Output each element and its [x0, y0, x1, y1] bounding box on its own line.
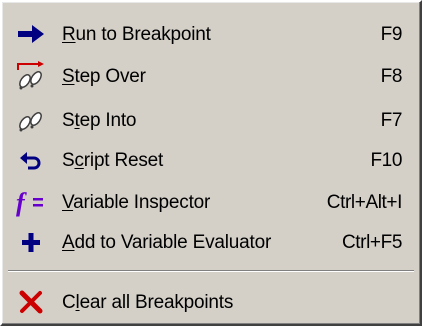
breakpoint-context-menu: Run to Breakpoint F9 Step Over F8 Step I…	[0, 0, 422, 326]
red-x-icon	[14, 287, 48, 317]
menu-item-label: Add to Variable Evaluator	[62, 232, 272, 253]
menu-item-label: Script Reset	[62, 150, 164, 171]
menu-item-shortcut: F7	[380, 110, 403, 131]
plus-icon	[14, 227, 48, 257]
menu-item-shortcut: Ctrl+F5	[341, 232, 402, 253]
menu-item-step-into[interactable]: Step Into F7	[6, 100, 416, 140]
step-into-footprints-icon	[14, 105, 48, 135]
menu-item-shortcut: F10	[370, 150, 402, 171]
menu-item-label: Variable Inspector	[62, 192, 211, 213]
step-over-footprints-icon	[14, 61, 48, 91]
menu-item-script-reset[interactable]: Script Reset F10	[6, 140, 416, 180]
arrow-right-icon	[14, 19, 48, 49]
menu-item-step-over[interactable]: Step Over F8	[6, 56, 416, 96]
menu-item-label: Clear all Breakpoints	[62, 292, 234, 313]
menu-item-label: Run to Breakpoint	[62, 24, 211, 45]
menu-item-variable-inspector[interactable]: f Variable Inspector Ctrl+Alt+I	[6, 182, 416, 222]
function-icon: f	[14, 187, 48, 217]
menu-item-run-to-breakpoint[interactable]: Run to Breakpoint F9	[6, 14, 416, 54]
menu-item-add-to-variable-evaluator[interactable]: Add to Variable Evaluator Ctrl+F5	[6, 222, 416, 262]
undo-arrow-icon	[14, 145, 48, 175]
svg-text:f: f	[16, 188, 27, 217]
menu-item-label: Step Into	[62, 110, 137, 131]
menu-item-shortcut: F9	[380, 24, 403, 45]
menu-separator	[8, 270, 414, 272]
menu-item-clear-all-breakpoints[interactable]: Clear all Breakpoints	[6, 282, 416, 322]
menu-item-label: Step Over	[62, 66, 146, 87]
menu-item-shortcut: Ctrl+Alt+I	[326, 192, 403, 213]
menu-item-shortcut: F8	[380, 66, 403, 87]
